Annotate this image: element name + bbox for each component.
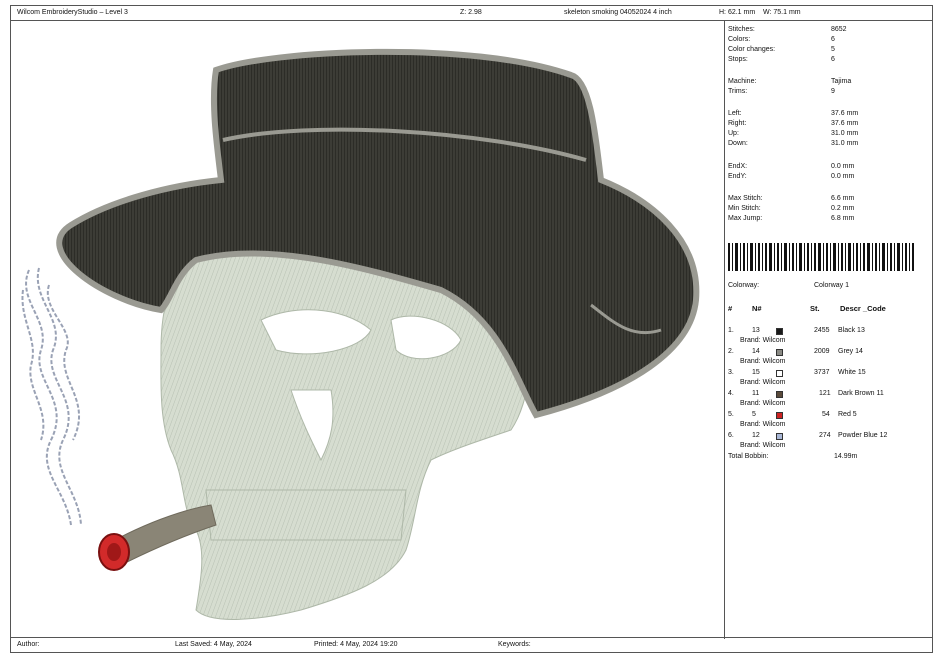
col-header-descr: Descr _Code	[840, 304, 886, 313]
design-width: W: 75.1 mm	[763, 9, 801, 16]
stat-machine: Machine: Tajima	[728, 78, 852, 85]
stat-endx: EndX: 0.0 mm	[728, 163, 855, 170]
colorway-row: Colorway: Colorway 1	[728, 282, 850, 289]
embroidery-design-area	[11, 20, 724, 639]
color-swatch	[776, 412, 783, 419]
header-bar: Wilcom EmbroideryStudio – Level 3 Z: 2.9…	[11, 6, 932, 21]
stat-min-stitch: Min Stitch: 0.2 mm	[728, 205, 855, 212]
color-swatch	[776, 328, 783, 335]
stat-down: Down: 31.0 mm	[728, 140, 859, 147]
table-row: 1. 13 2455 Black 13 Brand: Wilcom	[728, 327, 865, 344]
smoke-icon	[21, 267, 82, 526]
color-swatch	[776, 391, 783, 398]
table-row: 2. 14 2009 Grey 14 Brand: Wilcom	[728, 348, 863, 365]
table-row: 6. 12 274 Powder Blue 12 Brand: Wilcom	[728, 432, 888, 449]
stat-endy: EndY: 0.0 mm	[728, 173, 855, 180]
stat-stitches: Stitches: 8652	[728, 26, 847, 33]
app-title: Wilcom EmbroideryStudio – Level 3	[17, 9, 128, 16]
zoom-level: Z: 2.98	[460, 9, 482, 16]
table-row: 3. 15 3737 White 15 Brand: Wilcom	[728, 369, 866, 386]
skull-design-image	[21, 48, 700, 620]
keywords-label: Keywords:	[498, 641, 531, 648]
barcode-icon	[728, 243, 914, 271]
color-swatch	[776, 433, 783, 440]
col-header-n: N#	[752, 304, 762, 313]
panel-divider	[724, 20, 725, 639]
stat-max-stitch: Max Stitch: 6.6 mm	[728, 195, 855, 202]
design-name: skeleton smoking 04052024 4 inch	[564, 9, 672, 16]
col-header-num: #	[728, 304, 733, 313]
stat-stops: Stops: 6	[728, 56, 835, 63]
print-preview-sheet: Wilcom EmbroideryStudio – Level 3 Z: 2.9…	[10, 5, 933, 653]
printed-date: Printed: 4 May, 2024 19:20	[314, 641, 398, 648]
color-swatch	[776, 349, 783, 356]
stitch-info-panel: Stitches: 8652 Colors: 6 Color changes: 5 S…	[728, 20, 928, 639]
author-label: Author:	[17, 641, 40, 648]
color-swatch	[776, 370, 783, 377]
stat-color-changes: Color changes: 5	[728, 46, 835, 53]
stat-up: Up: 31.0 mm	[728, 130, 859, 137]
stat-colors: Colors: 6	[728, 36, 835, 43]
stat-trims: Trims: 9	[728, 88, 835, 95]
total-bobbin-row: Total Bobbin: 14.99m	[728, 453, 858, 460]
stat-max-jump: Max Jump: 6.8 mm	[728, 215, 855, 222]
footer-bar: Author: Last Saved: 4 May, 2024 Printed:…	[11, 637, 932, 652]
last-saved: Last Saved: 4 May, 2024	[175, 641, 252, 648]
design-height: H: 62.1 mm	[719, 9, 756, 16]
table-row: 4. 11 121 Dark Brown 11 Brand: Wilcom	[728, 390, 884, 407]
table-row: 5. 5 54 Red 5 Brand: Wilcom	[728, 411, 857, 428]
stat-right: Right: 37.6 mm	[728, 120, 859, 127]
stat-left: Left: 37.6 mm	[728, 110, 859, 117]
col-header-st: St.	[810, 304, 820, 313]
